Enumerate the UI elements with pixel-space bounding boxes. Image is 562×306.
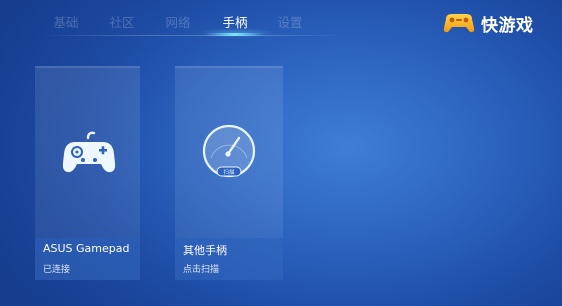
connection-status: 已连接 bbox=[43, 265, 71, 275]
tab-settings[interactable]: 设置 bbox=[268, 12, 312, 31]
game-controller-logo-icon bbox=[443, 14, 475, 33]
gamepad-card-asus[interactable]: ASUS Gamepad 已连接 bbox=[35, 66, 140, 280]
tab-network[interactable]: 网络 bbox=[156, 12, 200, 31]
scan-action-text[interactable]: 点击扫描 bbox=[183, 262, 219, 275]
other-gamepads-card[interactable]: 扫描 其他手柄 点击扫描 bbox=[175, 66, 283, 280]
brand-name: 快游戏 bbox=[481, 15, 534, 36]
card-title: ASUS Gamepad bbox=[43, 242, 130, 255]
nav-divider bbox=[40, 35, 340, 36]
card-footer: 其他手柄 点击扫描 bbox=[175, 238, 283, 280]
tab-gamepad[interactable]: 手柄 bbox=[213, 12, 257, 31]
active-tab-indicator bbox=[206, 33, 264, 36]
gamepad-icon bbox=[62, 131, 116, 173]
speedometer-icon: 扫描 bbox=[202, 124, 256, 178]
card-title: 其他手柄 bbox=[183, 244, 227, 257]
tab-community[interactable]: 社区 bbox=[100, 12, 144, 31]
card-footer: ASUS Gamepad 已连接 bbox=[35, 238, 140, 280]
tab-basic[interactable]: 基础 bbox=[44, 12, 88, 31]
gauge-label: 扫描 bbox=[223, 168, 235, 176]
brand-logo: 快游戏 bbox=[442, 9, 534, 37]
